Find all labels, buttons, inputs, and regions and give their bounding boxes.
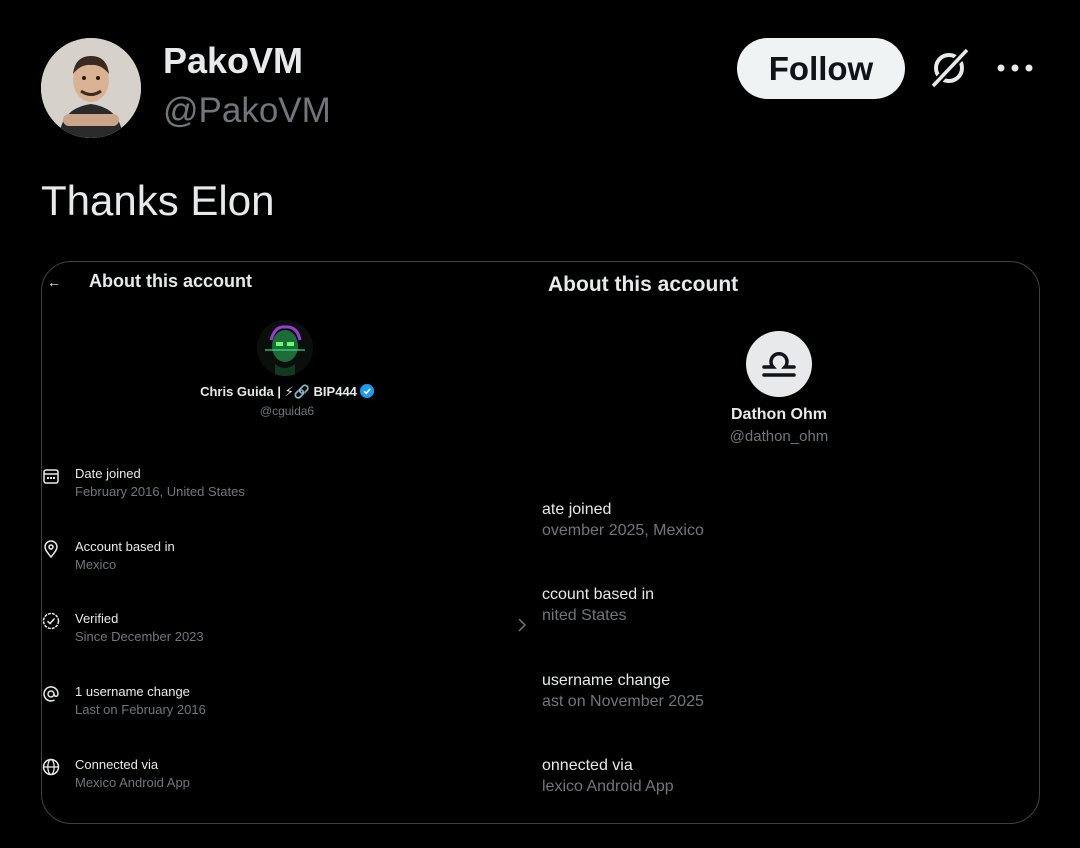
row-account-based-in: ccount based in nited States <box>542 586 1039 636</box>
avatar-figure <box>41 38 141 138</box>
row-label: Verified <box>75 611 119 626</box>
row-username-change: username change ast on November 2025 <box>542 672 1039 722</box>
libra-icon <box>762 351 796 377</box>
screenshot-title: About this account <box>548 273 739 296</box>
profile-avatar <box>257 320 313 376</box>
post-media-image[interactable]: ← About this account Chris Guida | ⚡🔗 BI… <box>41 261 1040 824</box>
row-label: ccount based in <box>542 586 655 603</box>
profile-name: Dathon Ohm <box>731 406 827 423</box>
row-value: Mexico <box>75 557 117 572</box>
verified-check-icon <box>42 612 60 630</box>
left-screenshot: ← About this account Chris Guida | ⚡🔗 BI… <box>42 262 542 823</box>
row-label: 1 username change <box>75 684 190 699</box>
screenshot-title: About this account <box>89 271 252 291</box>
row-value: February 2016, United States <box>75 484 245 499</box>
row-connected-via: onnected via lexico Android App <box>542 757 1039 807</box>
profile-name-text: Chris Guida | ⚡🔗 BIP444 <box>200 384 357 399</box>
row-verified: Verified Since December 2023 <box>42 611 542 661</box>
row-value: ast on November 2025 <box>542 693 704 710</box>
grok-icon[interactable] <box>927 44 973 90</box>
row-label: onnected via <box>542 757 633 774</box>
calendar-icon <box>43 469 59 484</box>
row-label: Account based in <box>75 539 175 554</box>
chevron-right-icon <box>518 618 527 632</box>
avatar-glitch-face <box>257 320 313 376</box>
location-pin-icon <box>44 540 58 558</box>
row-value: lexico Android App <box>542 778 674 795</box>
right-screenshot: About this account Dathon Ohm @dathon_oh… <box>542 262 1039 823</box>
row-value: Mexico Android App <box>75 775 190 790</box>
verified-badge-icon <box>359 384 374 398</box>
row-username-change: 1 username change Last on February 2016 <box>42 684 542 734</box>
profile-avatar <box>746 331 812 397</box>
row-connected-via: Connected via Mexico Android App <box>42 757 542 807</box>
row-label: Date joined <box>75 466 141 481</box>
row-date-joined: ate joined ovember 2025, Mexico <box>542 501 1039 551</box>
profile-handle: @cguida6 <box>259 404 315 418</box>
post-text: Thanks Elon <box>41 177 275 224</box>
row-value: nited States <box>542 607 627 624</box>
globe-icon <box>42 758 60 776</box>
row-value: Since December 2023 <box>75 629 204 644</box>
row-label: Connected via <box>75 757 159 772</box>
author-handle[interactable]: @PakoVM <box>163 91 331 131</box>
at-sign-icon <box>43 686 59 702</box>
follow-button[interactable]: Follow <box>737 38 905 99</box>
author-avatar[interactable] <box>41 38 141 138</box>
back-arrow-icon: ← <box>47 274 61 290</box>
profile-name: Chris Guida | ⚡🔗 BIP444 <box>42 384 532 400</box>
row-date-joined: Date joined February 2016, United States <box>42 466 542 516</box>
row-account-based-in: Account based in Mexico <box>42 539 542 589</box>
row-label: ate joined <box>542 501 612 518</box>
author-name[interactable]: PakoVM <box>163 40 303 82</box>
row-label: username change <box>542 672 671 689</box>
row-value: ovember 2025, Mexico <box>542 522 704 539</box>
row-value: Last on February 2016 <box>75 702 206 717</box>
profile-handle: @dathon_ohm <box>729 428 829 445</box>
more-icon[interactable] <box>995 58 1035 78</box>
